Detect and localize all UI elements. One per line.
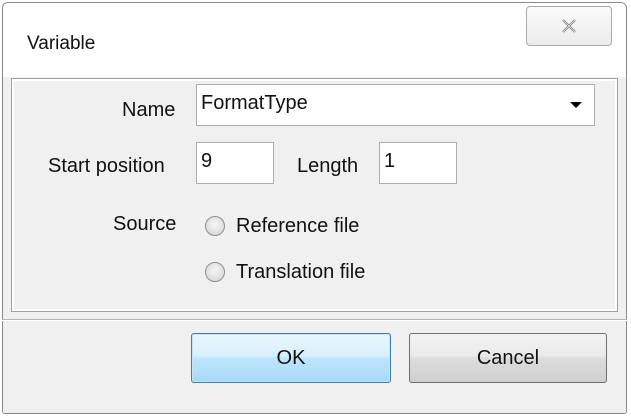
length-label: Length	[297, 155, 359, 177]
length-value: 1	[384, 150, 396, 172]
title-bar[interactable]: Variable	[3, 3, 626, 77]
reference-file-label[interactable]: Reference file	[236, 214, 359, 238]
footer-separator	[2, 319, 627, 321]
start-position-value: 9	[201, 150, 213, 172]
length-field[interactable]: 1	[379, 142, 457, 184]
ok-button-label: OK	[276, 346, 306, 369]
close-button[interactable]	[526, 6, 612, 46]
cancel-button[interactable]: Cancel	[409, 333, 607, 383]
name-value: FormatType	[201, 92, 308, 114]
cancel-button-label: Cancel	[476, 346, 540, 369]
name-label: Name	[122, 99, 176, 121]
name-dropdown[interactable]: FormatType	[196, 84, 595, 126]
translation-file-label[interactable]: Translation file	[236, 260, 365, 284]
ok-button[interactable]: OK	[191, 333, 391, 383]
window-title: Variable	[27, 33, 96, 54]
reference-file-radio[interactable]	[205, 216, 225, 236]
translation-file-radio[interactable]	[205, 262, 225, 282]
close-icon	[562, 19, 576, 33]
chevron-down-icon[interactable]	[570, 102, 582, 108]
source-label: Source	[113, 213, 177, 235]
start-position-field[interactable]: 9	[196, 142, 274, 184]
start-position-label: Start position	[48, 155, 165, 177]
